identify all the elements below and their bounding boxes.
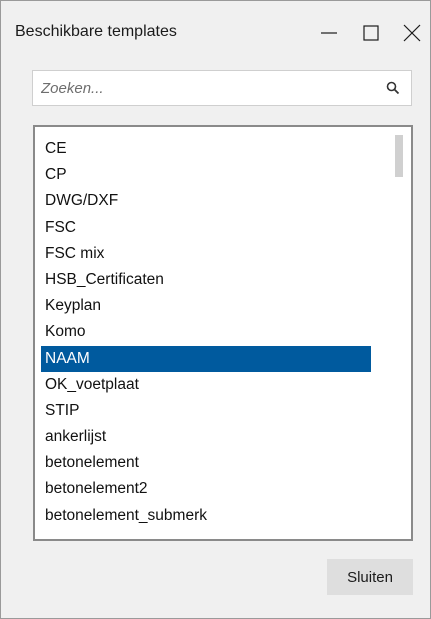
search-icon[interactable] [385, 80, 401, 96]
templates-list: CE CP DWG/DXF FSC FSC mix HSB_Certificaten Key… [41, 136, 371, 529]
list-item[interactable]: FSC [41, 215, 371, 241]
search-box[interactable] [32, 70, 412, 106]
list-item[interactable]: HSB_Certificaten [41, 267, 371, 293]
dialog-window: Beschikbare templates CECPDWG/DXFFSCFSC … [0, 0, 431, 619]
list-item[interactable]: CP [41, 162, 371, 188]
search-input[interactable] [41, 76, 371, 100]
list-item[interactable]: ankerlijst [41, 424, 371, 450]
list-item[interactable]: betonelement_submerk [41, 503, 371, 529]
list-item[interactable]: FSC mix [41, 241, 371, 267]
list-item[interactable]: betonelement2 [41, 476, 371, 502]
list-item[interactable]: STIP [41, 398, 371, 424]
list-item[interactable]: CE [41, 136, 371, 162]
vertical-scrollbar[interactable] [387, 129, 409, 537]
list-item[interactable]: OK_voetplaat [41, 372, 371, 398]
list-item[interactable]: NAAM [41, 345, 371, 372]
window-title: Beschikbare templates [15, 23, 177, 40]
title-bar[interactable]: Beschikbare templates [1, 1, 430, 59]
close-icon [403, 24, 421, 42]
close-button[interactable]: Sluiten [327, 559, 413, 595]
list-item[interactable]: betonelement [41, 450, 371, 476]
maximize-button[interactable] [353, 15, 387, 49]
list-item[interactable]: Komo [41, 319, 371, 345]
minimize-button[interactable] [311, 15, 345, 49]
minimize-icon [321, 32, 337, 34]
list-item[interactable]: DWG/DXF [41, 188, 371, 214]
list-item[interactable]: Keyplan [41, 293, 371, 319]
maximize-icon [363, 25, 379, 41]
scrollbar-thumb[interactable] [395, 135, 403, 177]
templates-listbox[interactable]: CE CP DWG/DXF FSC FSC mix HSB_Certificaten Key… [33, 125, 413, 541]
close-window-button[interactable] [395, 15, 429, 49]
